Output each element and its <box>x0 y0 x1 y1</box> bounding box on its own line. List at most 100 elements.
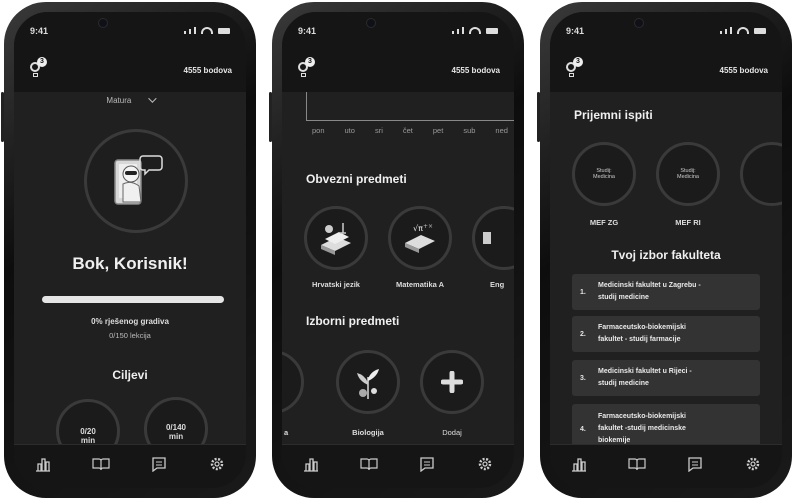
subjects-screen: 9:41 3 4555 bodova pon uto sri čet pet sub ned… <box>282 12 514 488</box>
settings-icon[interactable] <box>476 456 494 472</box>
robot-illustration-icon <box>114 155 163 205</box>
faculty-line: studij medicine <box>598 294 649 301</box>
bottom-nav <box>550 444 782 488</box>
exam-mef-zg[interactable]: Studij: Medicina <box>572 142 636 206</box>
faculty-line: Farmaceutsko-biokemijski <box>598 324 686 331</box>
chat-icon[interactable] <box>150 456 168 472</box>
subject-label: Hrvatski jezik <box>312 280 360 289</box>
book-icon[interactable] <box>92 456 110 472</box>
lightbulb-icon[interactable]: 3 <box>30 57 47 78</box>
front-camera <box>366 18 376 28</box>
status-bar: 9:41 <box>14 12 246 48</box>
exam-partial[interactable] <box>740 142 782 206</box>
phone-frame-subjects: 9:41 3 4555 bodova pon uto sri čet pet sub ned… <box>269 2 524 498</box>
subject-matematika[interactable]: √π +× <box>388 206 452 270</box>
flag-icon <box>483 232 491 244</box>
home-screen: 9:41 3 4555 bodova Matura Bok, Korisnik!… <box>14 12 246 488</box>
signal-icon <box>184 31 186 34</box>
faculty-item[interactable]: 2. Farmaceutsko-biokemijski fakultet - st… <box>572 316 760 352</box>
add-subject-button[interactable] <box>420 350 484 414</box>
exam-dropdown[interactable]: Matura <box>14 94 246 105</box>
subject-label: Dodaj <box>442 428 462 437</box>
signal-icon <box>720 31 722 34</box>
exams-title: Prijemni ispiti <box>574 108 653 122</box>
greeting-title: Bok, Korisnik! <box>72 254 188 273</box>
svg-text:√π: √π <box>413 224 423 233</box>
points-counter: 4555 bodova <box>451 66 500 75</box>
subject-label: a <box>284 428 289 437</box>
faculty-name: Medicinski fakultet u Rijeci - studij med… <box>598 366 692 390</box>
weekday-label: čet <box>402 126 413 135</box>
subject-hrvatski[interactable] <box>304 206 368 270</box>
weekday-label: sub <box>463 126 476 135</box>
status-icons <box>184 27 230 34</box>
chevron-down-icon <box>147 94 157 103</box>
battery-icon <box>218 28 230 34</box>
app-header: 3 4555 bodova <box>282 48 514 92</box>
subject-label: Biologija <box>352 428 384 437</box>
faculty-rank: 4. <box>580 425 586 433</box>
faculty-line: Medicinski fakultet u Rijeci - <box>598 368 692 375</box>
exam-line: Medicina <box>676 174 699 180</box>
exam-mef-ri[interactable]: Studij: Medicina <box>656 142 720 206</box>
goal-value: 0/20 <box>80 427 96 436</box>
faculty-item[interactable]: 3. Medicinski fakultet u Rijeci - studij … <box>572 360 760 396</box>
weekday-labels: pon uto sri čet pet sub ned <box>312 126 508 135</box>
dropdown-label: Matura <box>106 96 132 105</box>
weekday-label: uto <box>344 126 355 135</box>
faculties-screen: 9:41 3 4555 bodova Prijemni ispiti Studi… <box>550 12 782 488</box>
status-bar: 9:41 <box>550 12 782 48</box>
books-illustration-icon <box>321 223 351 255</box>
notification-badge: 3 <box>573 57 583 67</box>
status-icons <box>720 27 766 34</box>
progress-bar <box>42 296 224 303</box>
front-camera <box>98 18 108 28</box>
points-counter: 4555 bodova <box>719 66 768 75</box>
subject-engleski[interactable] <box>472 206 514 270</box>
weekday-label: sri <box>374 126 383 135</box>
battery-icon <box>486 28 498 34</box>
faculty-line: fakultet - studij farmacije <box>598 336 681 343</box>
progress-text: 0% rješenog gradiva <box>91 317 169 326</box>
signal-icon <box>452 31 454 34</box>
notification-badge: 3 <box>305 57 315 67</box>
goal-unit: min <box>168 432 184 441</box>
book-icon[interactable] <box>360 456 378 472</box>
book-icon[interactable] <box>628 456 646 472</box>
subject-label: Matematika A <box>395 280 445 289</box>
phone-frame-faculties: 9:41 3 4555 bodova Prijemni ispiti Studi… <box>537 2 792 498</box>
chat-icon[interactable] <box>418 456 436 472</box>
chart-icon[interactable] <box>302 456 320 472</box>
app-header: 3 4555 bodova <box>550 48 782 92</box>
chart-icon[interactable] <box>570 456 588 472</box>
faculty-line: studij medicine <box>598 380 649 387</box>
battery-icon <box>754 28 766 34</box>
exam-label: MEF ZG <box>589 218 619 227</box>
lightbulb-icon[interactable]: 3 <box>298 57 315 78</box>
wifi-icon <box>737 27 749 34</box>
goals-title: Ciljevi <box>112 368 148 382</box>
wifi-icon <box>469 27 481 34</box>
settings-icon[interactable] <box>744 456 762 472</box>
subject-partial[interactable] <box>282 350 304 414</box>
mandatory-title: Obvezni predmeti <box>306 172 407 186</box>
faculty-rank: 1. <box>580 288 586 296</box>
chart-icon[interactable] <box>34 456 52 472</box>
faculty-line: fakultet -studij medicinske <box>598 425 686 432</box>
faculty-item[interactable]: 1. Medicinski fakultet u Zagrebu - studij… <box>572 274 760 310</box>
chat-icon[interactable] <box>686 456 704 472</box>
settings-icon[interactable] <box>208 456 226 472</box>
faculty-rank: 3. <box>580 374 586 382</box>
subject-biologija[interactable] <box>336 350 400 414</box>
svg-text:+×: +× <box>423 223 433 230</box>
avatar[interactable] <box>84 129 188 233</box>
plant-illustration-icon <box>357 369 379 399</box>
status-bar: 9:41 <box>282 12 514 48</box>
status-time: 9:41 <box>298 26 317 36</box>
elective-title: Izborni predmeti <box>306 314 400 328</box>
faculty-name: Farmaceutsko-biokemijski fakultet - studi… <box>598 322 686 346</box>
faculty-name: Medicinski fakultet u Zagrebu - studij me… <box>598 280 701 304</box>
weekday-label: pet <box>432 126 444 135</box>
lightbulb-icon[interactable]: 3 <box>566 57 583 78</box>
front-camera <box>634 18 644 28</box>
